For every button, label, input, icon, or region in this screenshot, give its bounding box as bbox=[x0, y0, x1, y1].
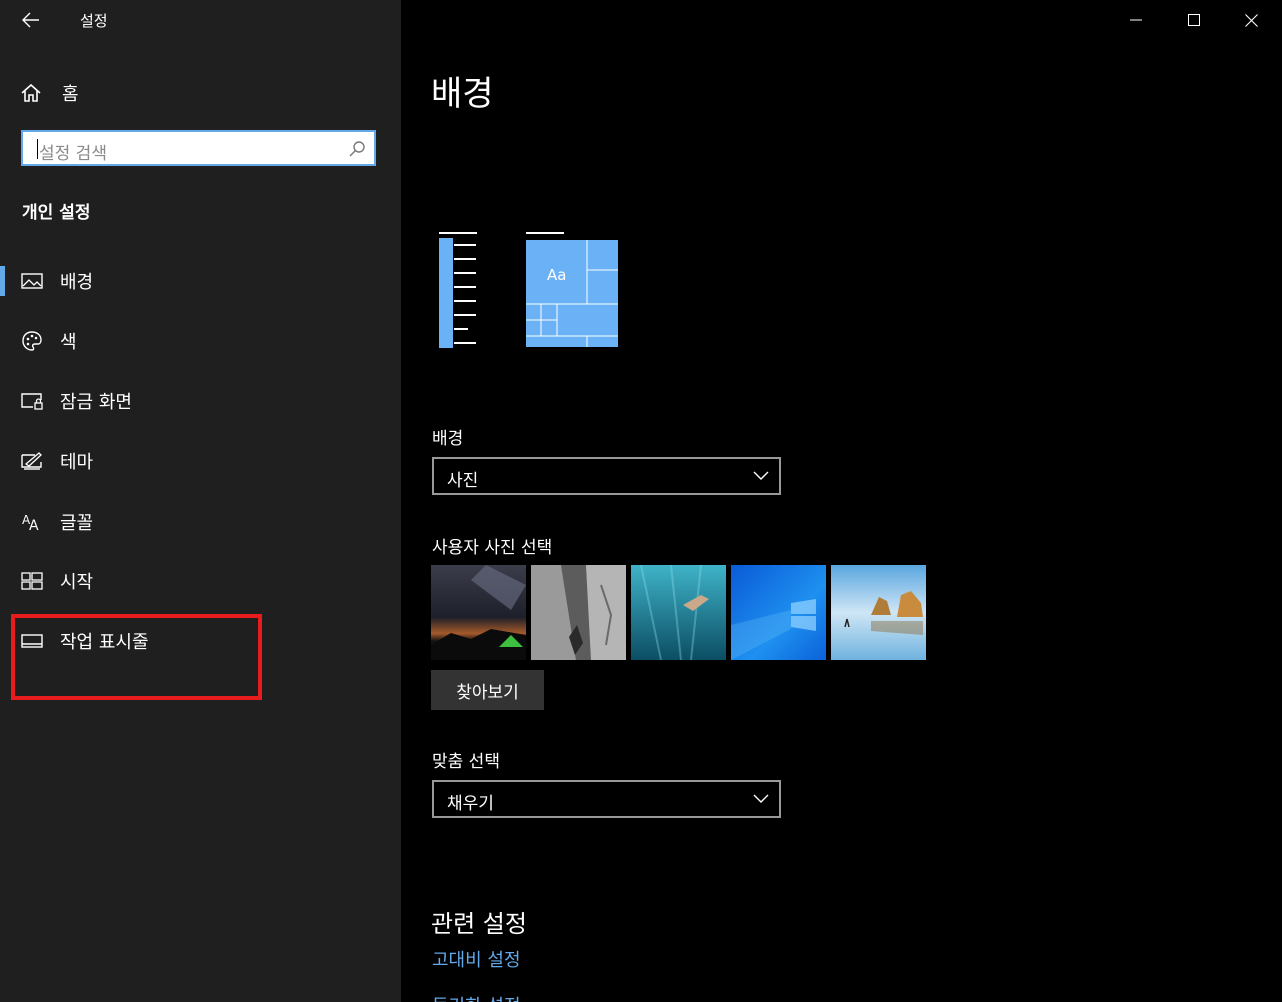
related-settings-title: 관련 설정 bbox=[431, 910, 527, 938]
minimize-button[interactable] bbox=[1108, 0, 1164, 40]
home-icon bbox=[21, 83, 41, 102]
main-content: 배경 Aa 배경 사진 사용자 사진 선택 찾아보기 맞춤 선택 채우기 관련 … bbox=[401, 0, 1282, 1002]
maximize-icon bbox=[1188, 14, 1200, 26]
thumbnail-beach-rocks[interactable] bbox=[831, 565, 926, 660]
lock-screen-icon bbox=[20, 389, 44, 413]
sidebar-item-label: 잠금 화면 bbox=[60, 392, 132, 413]
back-button[interactable] bbox=[18, 8, 44, 32]
preview-sample-text: Aa bbox=[547, 266, 566, 284]
search-placeholder: 설정 검색 bbox=[39, 144, 107, 164]
fit-dropdown[interactable]: 채우기 bbox=[432, 780, 781, 818]
browse-button[interactable]: 찾아보기 bbox=[431, 670, 544, 710]
minimize-icon bbox=[1130, 19, 1142, 21]
selected-indicator bbox=[0, 266, 5, 296]
sidebar-item-theme[interactable]: 테마 bbox=[0, 438, 401, 484]
sidebar-item-fonts[interactable]: AA 글꼴 bbox=[0, 499, 401, 545]
sidebar-item-label: 색 bbox=[60, 332, 77, 353]
search-input[interactable]: 설정 검색 bbox=[21, 130, 376, 166]
sidebar-item-label: 테마 bbox=[60, 452, 94, 473]
sidebar-item-background[interactable]: 배경 bbox=[0, 258, 401, 304]
background-preview: Aa bbox=[439, 232, 618, 348]
font-icon: AA bbox=[20, 510, 44, 534]
sidebar: 설정 홈 설정 검색 개인 설정 배경 색 잠금 화면 테마 A A 글꼴 시작… bbox=[0, 0, 401, 1002]
close-icon bbox=[1244, 13, 1258, 27]
picture-thumbnails bbox=[431, 565, 926, 660]
sidebar-item-label: 배경 bbox=[60, 272, 94, 293]
sidebar-item-color[interactable]: 색 bbox=[0, 318, 401, 364]
app-title: 설정 bbox=[80, 12, 108, 30]
palette-icon bbox=[20, 329, 44, 353]
svg-text:A: A bbox=[29, 518, 39, 532]
highlight-box bbox=[11, 614, 262, 700]
back-arrow-icon bbox=[22, 12, 39, 28]
thumbnail-underwater[interactable] bbox=[631, 565, 726, 660]
sidebar-item-label: 시작 bbox=[60, 572, 94, 593]
sync-settings-link[interactable]: 동기화 설정 bbox=[432, 992, 521, 1002]
chevron-down-icon bbox=[753, 471, 769, 480]
thumbnail-windows-light[interactable] bbox=[731, 565, 826, 660]
home-link[interactable]: 홈 bbox=[20, 78, 79, 108]
chevron-down-icon bbox=[753, 794, 769, 803]
high-contrast-link[interactable]: 고대비 설정 bbox=[432, 946, 521, 972]
section-title: 개인 설정 bbox=[22, 203, 91, 223]
dropdown-value: 채우기 bbox=[447, 794, 494, 814]
close-button[interactable] bbox=[1223, 0, 1279, 40]
search-icon[interactable] bbox=[348, 140, 366, 158]
start-icon bbox=[20, 569, 44, 593]
background-dropdown[interactable]: 사진 bbox=[432, 457, 781, 495]
thumbnail-night-sky[interactable] bbox=[431, 565, 526, 660]
fit-label: 맞춤 선택 bbox=[432, 752, 500, 772]
sidebar-item-start[interactable]: 시작 bbox=[0, 558, 401, 604]
sidebar-item-lock-screen[interactable]: 잠금 화면 bbox=[0, 378, 401, 424]
text-caret bbox=[37, 139, 38, 159]
thumbnail-rock-cliff[interactable] bbox=[531, 565, 626, 660]
page-title: 배경 bbox=[431, 74, 494, 114]
sidebar-item-label: 글꼴 bbox=[60, 513, 94, 534]
choose-picture-label: 사용자 사진 선택 bbox=[432, 538, 553, 558]
dropdown-value: 사진 bbox=[447, 471, 479, 491]
home-label: 홈 bbox=[62, 84, 79, 105]
background-label: 배경 bbox=[432, 429, 464, 449]
theme-icon bbox=[20, 449, 44, 473]
maximize-button[interactable] bbox=[1166, 0, 1222, 40]
picture-icon bbox=[20, 269, 44, 293]
